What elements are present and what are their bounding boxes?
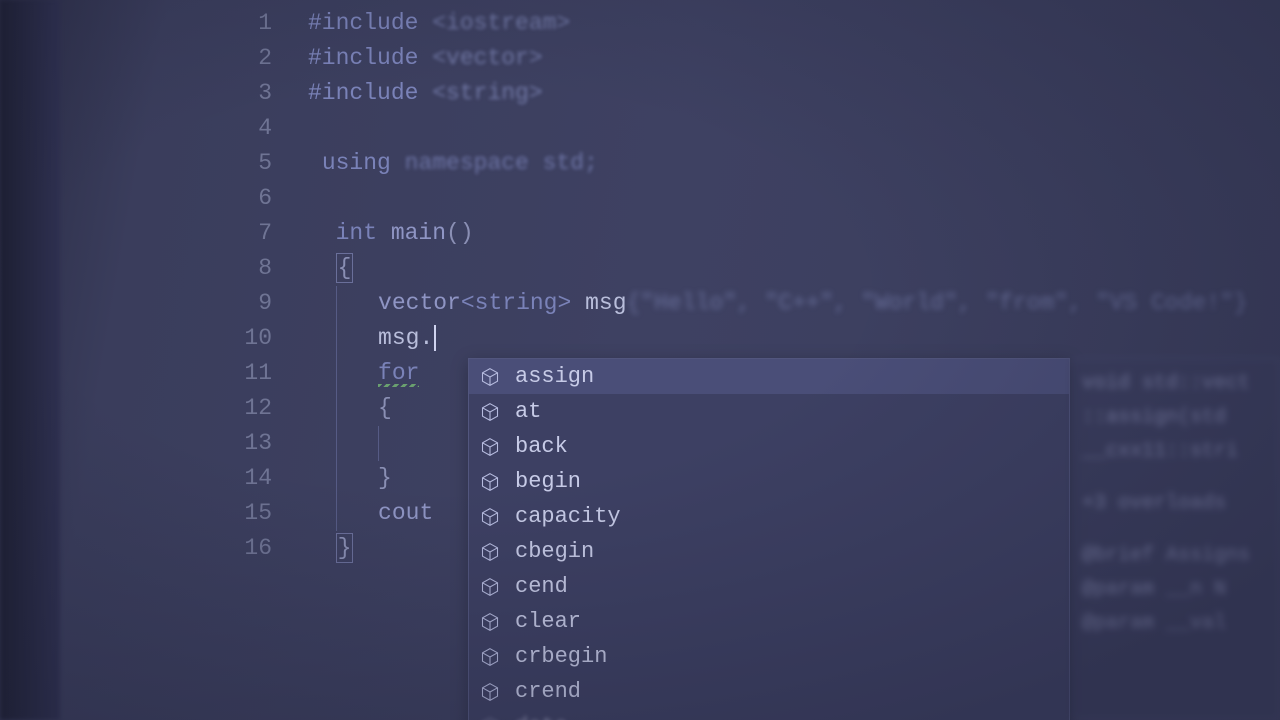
autocomplete-label: capacity [515, 504, 621, 529]
doc-signature: ::assign(std [1082, 401, 1269, 435]
autocomplete-label: data [515, 714, 568, 720]
line-number: 13 [180, 426, 308, 461]
autocomplete-item[interactable]: clear [469, 604, 1069, 639]
autocomplete-label: at [515, 399, 541, 424]
method-icon [479, 506, 501, 528]
code-line[interactable]: 8 { [180, 251, 1280, 286]
method-icon [479, 681, 501, 703]
code-line[interactable]: 5 using namespace std; [180, 146, 1280, 181]
method-icon [479, 366, 501, 388]
autocomplete-popup[interactable]: assign at back begin capacity cbegin cend clear… [468, 358, 1070, 720]
brace-match: } [336, 533, 354, 563]
line-number: 15 [180, 496, 308, 531]
method-icon [479, 471, 501, 493]
line-number: 14 [180, 461, 308, 496]
autocomplete-label: cbegin [515, 539, 594, 564]
line-number: 3 [180, 76, 308, 111]
line-number: 1 [180, 6, 308, 41]
autocomplete-doc-panel: void std::vect ::assign(std __cxx11::str… [1072, 358, 1280, 720]
autocomplete-item[interactable]: assign [469, 359, 1069, 394]
doc-signature: __cxx11::stri [1082, 435, 1269, 469]
method-icon [479, 716, 501, 720]
method-icon [479, 541, 501, 563]
line-number: 8 [180, 251, 308, 286]
monitor-bezel [0, 0, 60, 720]
line-number: 7 [180, 216, 308, 251]
autocomplete-label: crbegin [515, 644, 607, 669]
doc-signature: void std::vect [1082, 367, 1269, 401]
code-line[interactable]: 10 msg. [180, 321, 1280, 356]
line-number: 12 [180, 391, 308, 426]
autocomplete-label: clear [515, 609, 581, 634]
code-line[interactable]: 3 #include <string> [180, 76, 1280, 111]
method-icon [479, 576, 501, 598]
line-number: 9 [180, 286, 308, 321]
line-number: 6 [180, 181, 308, 216]
autocomplete-item[interactable]: capacity [469, 499, 1069, 534]
autocomplete-item[interactable]: data [469, 709, 1069, 720]
doc-param: @param __val [1082, 607, 1269, 641]
autocomplete-label: crend [515, 679, 581, 704]
method-icon [479, 436, 501, 458]
doc-param: @param __n N [1082, 573, 1269, 607]
text-cursor [434, 325, 436, 351]
autocomplete-item[interactable]: at [469, 394, 1069, 429]
line-number: 2 [180, 41, 308, 76]
autocomplete-label: begin [515, 469, 581, 494]
code-line[interactable]: 2 #include <vector> [180, 41, 1280, 76]
autocomplete-item[interactable]: begin [469, 464, 1069, 499]
autocomplete-label: back [515, 434, 568, 459]
method-icon [479, 646, 501, 668]
autocomplete-label: assign [515, 364, 594, 389]
line-number: 10 [180, 321, 308, 356]
autocomplete-item[interactable]: crbegin [469, 639, 1069, 674]
method-icon [479, 401, 501, 423]
doc-brief: @brief Assigns [1082, 539, 1269, 573]
code-line[interactable]: 6 [180, 181, 1280, 216]
code-line[interactable]: 1 #include <iostream> [180, 6, 1280, 41]
code-line[interactable]: 9 vector<string> msg{"Hello", "C++", "Wo… [180, 286, 1280, 321]
line-number: 11 [180, 356, 308, 391]
line-number: 16 [180, 531, 308, 566]
line-number: 4 [180, 111, 308, 146]
autocomplete-item[interactable]: crend [469, 674, 1069, 709]
code-line[interactable]: 4 [180, 111, 1280, 146]
line-number: 5 [180, 146, 308, 181]
autocomplete-item[interactable]: back [469, 429, 1069, 464]
editor-viewport: 1 #include <iostream> 2 #include <vector… [0, 0, 1280, 720]
code-line[interactable]: 7 int main() [180, 216, 1280, 251]
doc-overloads: +3 overloads [1082, 487, 1269, 521]
autocomplete-item[interactable]: cbegin [469, 534, 1069, 569]
brace-match: { [336, 253, 354, 283]
autocomplete-label: cend [515, 574, 568, 599]
method-icon [479, 611, 501, 633]
autocomplete-item[interactable]: cend [469, 569, 1069, 604]
